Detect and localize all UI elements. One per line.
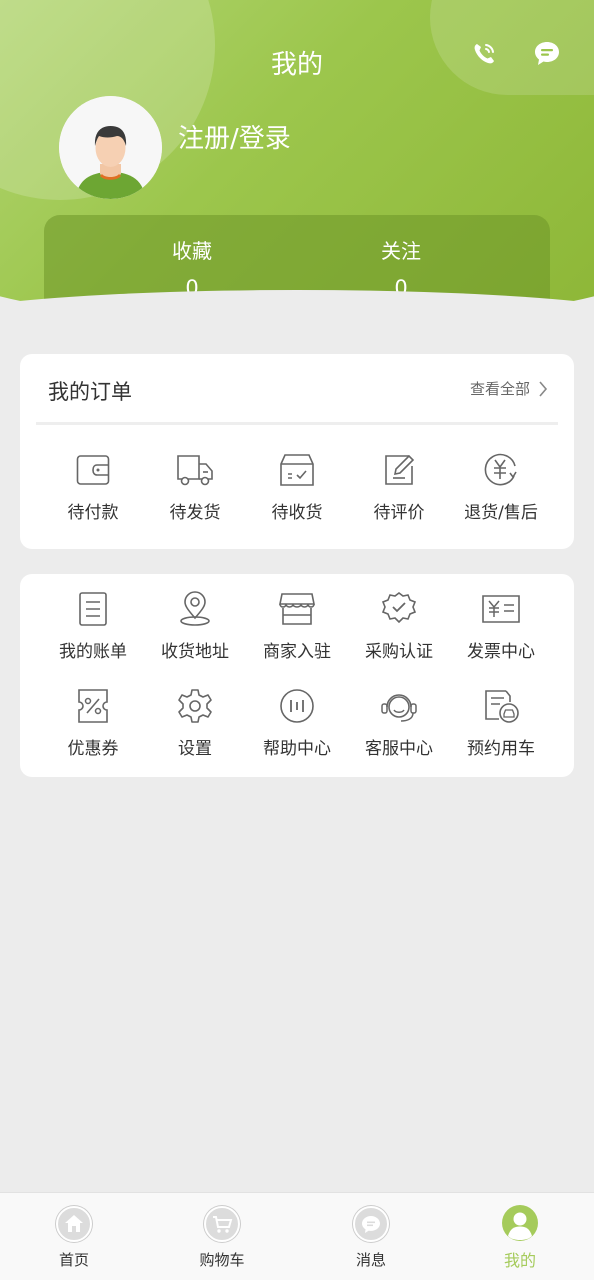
- tab-label: 首页: [58, 1251, 89, 1269]
- invoice-icon: [482, 595, 520, 623]
- message-icon: [353, 1206, 389, 1242]
- bottom-tab-bar: 首页 购物车 消息 我的: [0, 1192, 594, 1280]
- order-pending-receipt[interactable]: 待收货: [246, 452, 348, 523]
- service-coupons[interactable]: 优惠券: [42, 688, 144, 759]
- page-title: 我的: [270, 50, 323, 80]
- box-icon: [280, 454, 314, 486]
- location-icon: [180, 591, 210, 626]
- service-customer-service[interactable]: 客服中心: [348, 688, 450, 759]
- tab-label: 购物车: [199, 1251, 245, 1269]
- login-register-link[interactable]: 注册/登录: [178, 118, 291, 155]
- avatar[interactable]: [59, 96, 162, 199]
- order-pending-payment[interactable]: 待付款: [42, 452, 144, 523]
- view-all-label: 查看全部: [469, 380, 530, 398]
- refund-icon: [484, 453, 517, 486]
- coupon-icon: [78, 689, 108, 723]
- profile-icon: [502, 1205, 538, 1241]
- service-my-bills[interactable]: 我的账单: [42, 591, 144, 662]
- service-label: 客服中心: [365, 739, 433, 759]
- view-all-orders-link[interactable]: 查看全部: [470, 378, 548, 399]
- order-refund-aftersale[interactable]: 退货/售后: [450, 452, 552, 523]
- service-label: 设置: [178, 739, 212, 759]
- orders-title: 我的订单: [48, 380, 132, 404]
- phone-icon[interactable]: [468, 38, 500, 70]
- service-label: 优惠券: [67, 739, 119, 759]
- order-pending-review[interactable]: 待评价: [348, 452, 450, 523]
- service-label: 预约用车: [467, 739, 535, 759]
- order-status-label: 待付款: [67, 503, 119, 523]
- order-status-label: 待发货: [169, 503, 221, 523]
- service-label: 采购认证: [365, 642, 433, 662]
- service-address[interactable]: 收货地址: [144, 591, 246, 662]
- home-icon: [56, 1206, 92, 1242]
- edit-icon: [385, 454, 415, 485]
- help-icon: [280, 689, 314, 723]
- service-help-center[interactable]: 帮助中心: [246, 688, 348, 759]
- cart-icon: [204, 1206, 240, 1242]
- car-booking-icon: [485, 690, 519, 723]
- orders-header: 我的订单 查看全部: [20, 354, 574, 424]
- service-label: 我的账单: [59, 642, 127, 662]
- store-icon: [279, 593, 315, 625]
- bill-icon: [79, 592, 107, 626]
- tab-messages[interactable]: 消息: [297, 1193, 445, 1280]
- service-car-booking[interactable]: 预约用车: [450, 688, 552, 759]
- certified-icon: [381, 592, 417, 624]
- order-status-label: 待评价: [373, 503, 425, 523]
- settings-icon: [178, 689, 212, 723]
- tab-cart[interactable]: 购物车: [148, 1193, 296, 1280]
- services-card: 我的账单 收货地址 商家入驻 采购认证 发票中心 优惠券 设置 帮助中心 客服中…: [20, 574, 574, 777]
- chat-icon[interactable]: [531, 38, 563, 70]
- following-label: 关注: [381, 239, 421, 263]
- service-invoice-center[interactable]: 发票中心: [450, 591, 552, 662]
- service-label: 发票中心: [467, 642, 535, 662]
- customer-service-icon: [381, 694, 417, 722]
- favorites-label: 收藏: [172, 239, 212, 263]
- wallet-icon: [76, 455, 110, 485]
- header-curve: [0, 290, 594, 330]
- tab-label: 我的: [503, 1251, 536, 1270]
- truck-icon: [177, 455, 213, 486]
- profile-header: 我的 注册/登录 收藏 0 关注 0: [0, 0, 594, 330]
- service-label: 收货地址: [161, 642, 229, 662]
- service-purchase-certification[interactable]: 采购认证: [348, 591, 450, 662]
- order-pending-shipment[interactable]: 待发货: [144, 452, 246, 523]
- tab-label: 消息: [355, 1251, 386, 1269]
- orders-card: 我的订单 查看全部 待付款 待发货 待收货 待评价 退货/售后: [20, 354, 574, 549]
- order-status-label: 待收货: [271, 503, 323, 523]
- service-label: 商家入驻: [263, 642, 331, 662]
- order-status-label: 退货/售后: [464, 503, 538, 523]
- tab-profile[interactable]: 我的: [446, 1193, 594, 1280]
- chevron-right-icon: [539, 380, 548, 397]
- tab-home[interactable]: 首页: [0, 1193, 148, 1280]
- service-label: 帮助中心: [263, 739, 331, 759]
- service-merchant-join[interactable]: 商家入驻: [246, 591, 348, 662]
- service-settings[interactable]: 设置: [144, 688, 246, 759]
- divider: [36, 422, 558, 425]
